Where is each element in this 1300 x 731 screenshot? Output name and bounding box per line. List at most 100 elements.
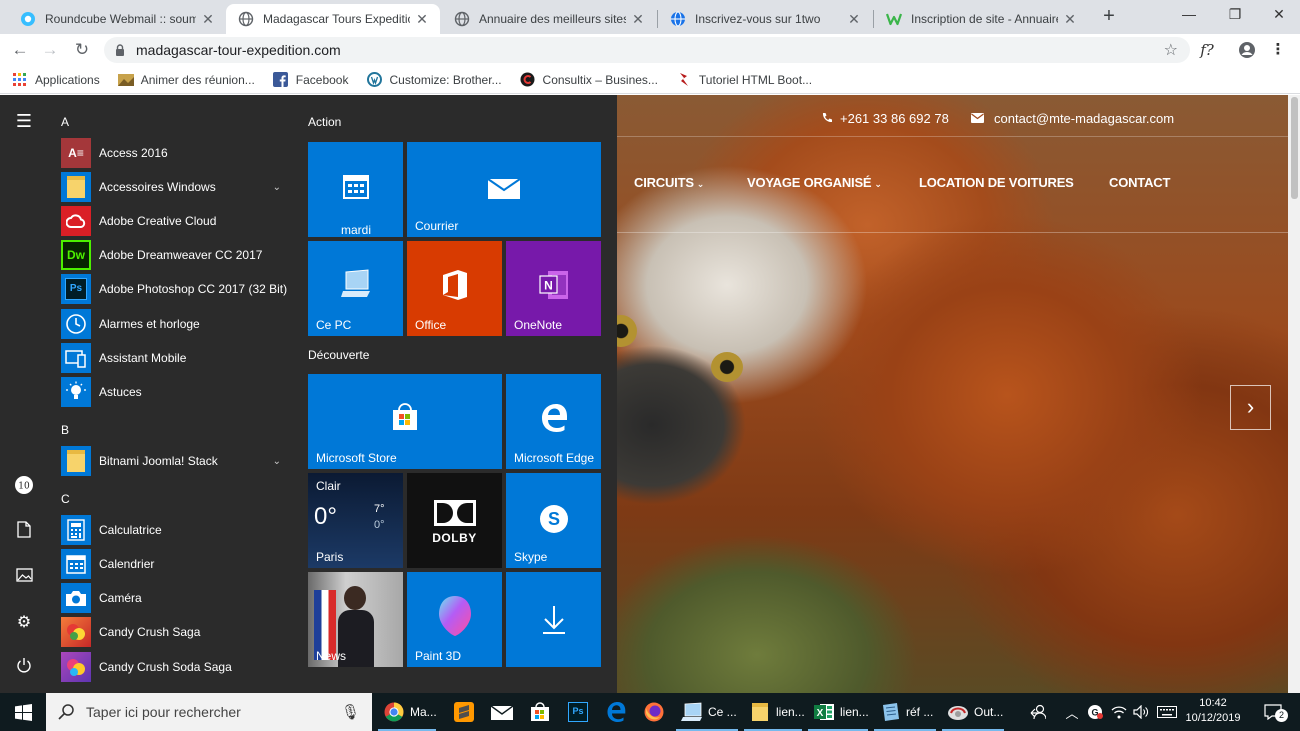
taskbar-edge[interactable] <box>598 693 632 731</box>
app-dreamweaver[interactable]: Dw Adobe Dreamweaver CC 2017 <box>61 240 291 270</box>
site-phone[interactable]: +261 33 86 692 78 <box>821 111 949 126</box>
restore-button[interactable]: ❐ <box>1212 0 1258 30</box>
taskbar-chrome[interactable]: Ma... <box>376 693 438 731</box>
nav-circuits[interactable]: CIRCUITS ⌄ <box>634 175 704 190</box>
extension-button[interactable]: f? <box>1196 39 1218 61</box>
browser-tab-inscription[interactable]: Inscription de site - Annuaire s ✕ <box>874 4 1088 34</box>
start-button[interactable] <box>0 693 46 731</box>
bookmark-animer[interactable]: Animer des réunion... <box>117 72 255 88</box>
close-tab-icon[interactable]: ✕ <box>200 11 216 28</box>
page-scrollbar[interactable] <box>1288 95 1300 693</box>
tile-onenote[interactable]: N OneNote <box>506 241 601 336</box>
nav-location-voitures[interactable]: LOCATION DE VOITURES <box>919 175 1074 190</box>
wifi-icon[interactable] <box>1108 693 1130 731</box>
tile-weather[interactable]: Clair 0° 7° 0° Paris <box>308 473 403 568</box>
browser-tab-madagascar[interactable]: Madagascar Tours Expedition ✕ <box>226 4 440 34</box>
settings-gear-icon[interactable]: ⚙ <box>12 611 36 635</box>
letter-header-a[interactable]: A <box>61 115 69 129</box>
app-candy-crush-soda[interactable]: Candy Crush Soda Saga <box>61 652 291 682</box>
taskbar-notepad[interactable]: réf ... <box>872 693 938 731</box>
security-shield-icon[interactable]: G <box>1084 693 1106 731</box>
taskbar-folder[interactable]: lien... <box>742 693 805 731</box>
reload-button[interactable]: ↻ <box>70 38 94 62</box>
close-tab-icon[interactable]: ✕ <box>414 11 430 28</box>
menu-kebab-icon[interactable]: ⋮ <box>1270 39 1286 61</box>
expand-chevron-icon[interactable]: ⌄ <box>273 182 281 193</box>
show-hidden-icons-chevron-icon[interactable]: ︿ <box>1062 693 1082 731</box>
taskbar-clock[interactable]: 10:42 10/12/2019 <box>1180 696 1246 726</box>
close-window-button[interactable]: ✕ <box>1256 0 1300 30</box>
app-alarmes-horloge[interactable]: Alarmes et horloge <box>61 309 291 339</box>
app-access[interactable]: A≡ Access 2016 <box>61 138 291 168</box>
tile-group-decouverte[interactable]: Découverte <box>308 348 369 362</box>
taskbar-firefox[interactable] <box>636 693 670 731</box>
app-bitnami-joomla[interactable]: Bitnami Joomla! Stack ⌄ <box>61 446 291 476</box>
app-camera[interactable]: Caméra <box>61 583 291 613</box>
profile-icon[interactable] <box>1236 39 1258 61</box>
close-tab-icon[interactable]: ✕ <box>630 11 646 28</box>
taskbar-outlook[interactable]: Out... <box>940 693 1006 731</box>
new-tab-button[interactable]: + <box>1098 5 1120 27</box>
nav-contact[interactable]: CONTACT <box>1109 175 1170 190</box>
address-bar[interactable]: madagascar-tour-expedition.com ☆ <box>104 37 1190 63</box>
bookmark-star-icon[interactable]: ☆ <box>1164 40 1178 60</box>
documents-icon[interactable] <box>12 521 36 545</box>
close-tab-icon[interactable]: ✕ <box>1062 11 1078 28</box>
taskbar-photoshop[interactable]: Ps <box>560 693 594 731</box>
tile-paint3d[interactable]: Paint 3D <box>407 572 502 667</box>
volume-icon[interactable] <box>1130 693 1152 731</box>
tile-skype[interactable]: S Skype <box>506 473 601 568</box>
app-candy-crush[interactable]: Candy Crush Saga <box>61 617 291 647</box>
microphone-icon[interactable]: 🎙 <box>341 703 360 721</box>
bookmark-tutoriel[interactable]: Tutoriel HTML Boot... <box>676 72 812 88</box>
tile-office[interactable]: Office <box>407 241 502 336</box>
tile-calendar[interactable]: mardi <box>308 142 403 237</box>
tile-news[interactable]: News <box>308 572 403 667</box>
app-calculatrice[interactable]: Calculatrice <box>61 515 291 545</box>
taskbar-store[interactable] <box>522 693 556 731</box>
close-tab-icon[interactable]: ✕ <box>846 11 862 28</box>
nav-voyage-organise[interactable]: VOYAGE ORGANISÉ ⌄ <box>747 175 882 190</box>
app-calendrier[interactable]: Calendrier <box>61 549 291 579</box>
browser-tab-roundcube[interactable]: Roundcube Webmail :: soumiss ✕ <box>8 4 226 34</box>
app-accessoires-windows[interactable]: Accessoires Windows ⌄ <box>61 172 291 202</box>
taskbar-excel[interactable]: X lien... <box>806 693 870 731</box>
keyboard-icon[interactable] <box>1154 693 1180 731</box>
app-assistant-mobile[interactable]: Assistant Mobile <box>61 343 291 373</box>
minimize-button[interactable]: — <box>1166 0 1212 30</box>
bookmark-facebook[interactable]: Facebook <box>273 72 348 88</box>
taskbar-sublime[interactable] <box>446 693 480 731</box>
forward-button[interactable]: → <box>38 38 62 62</box>
hamburger-menu-icon[interactable]: ☰ <box>12 109 36 133</box>
letter-header-c[interactable]: C <box>61 492 70 506</box>
expand-chevron-icon[interactable]: ⌄ <box>273 456 281 467</box>
tile-this-pc[interactable]: Ce PC <box>308 241 403 336</box>
bookmark-customize[interactable]: Customize: Brother... <box>366 72 502 88</box>
app-creative-cloud[interactable]: Adobe Creative Cloud <box>61 206 291 236</box>
browser-tab-annuaire[interactable]: Annuaire des meilleurs sites In ✕ <box>442 4 656 34</box>
tile-mail[interactable]: Courrier <box>407 142 601 237</box>
tile-microsoft-store[interactable]: Microsoft Store <box>308 374 502 469</box>
people-icon[interactable] <box>1026 693 1050 731</box>
taskbar-mail[interactable] <box>484 693 518 731</box>
tile-download[interactable] <box>506 572 601 667</box>
user-avatar[interactable]: 10 <box>12 475 36 499</box>
browser-tab-1two[interactable]: Inscrivez-vous sur 1two ✕ <box>658 4 872 34</box>
tile-microsoft-edge[interactable]: Microsoft Edge <box>506 374 601 469</box>
app-astuces[interactable]: Astuces <box>61 377 291 407</box>
slider-next-button[interactable]: › <box>1230 385 1271 430</box>
tile-dolby[interactable]: DOLBY <box>407 473 502 568</box>
pictures-icon[interactable] <box>12 566 36 590</box>
action-center-icon[interactable]: 2 <box>1258 693 1288 731</box>
tile-group-action[interactable]: Action <box>308 115 341 129</box>
power-icon[interactable] <box>12 657 36 681</box>
bookmark-applications[interactable]: Applications <box>12 72 100 88</box>
letter-header-b[interactable]: B <box>61 423 69 437</box>
bookmark-consultix[interactable]: Consultix – Busines... <box>520 72 658 88</box>
taskbar-this-pc[interactable]: Ce ... <box>674 693 740 731</box>
taskbar-search-box[interactable]: Taper ici pour rechercher 🎙 <box>46 693 372 731</box>
back-button[interactable]: ← <box>8 38 32 62</box>
app-photoshop[interactable]: Ps Adobe Photoshop CC 2017 (32 Bit) <box>61 274 291 304</box>
scrollbar-thumb[interactable] <box>1291 97 1298 199</box>
site-email[interactable]: contact@mte-madagascar.com <box>971 111 1174 126</box>
